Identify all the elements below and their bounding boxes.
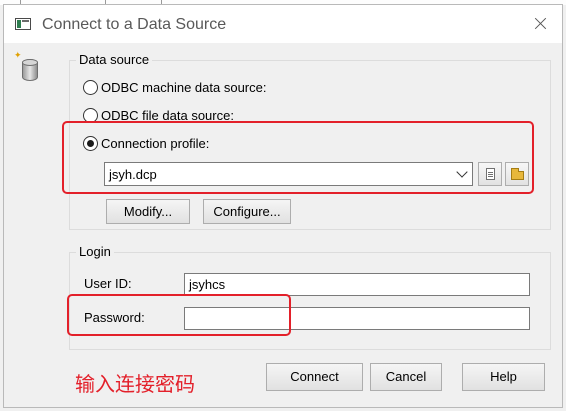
close-button[interactable] — [528, 13, 554, 35]
radio-label: ODBC machine data source: — [101, 80, 267, 95]
user-id-input[interactable]: jsyhcs — [184, 273, 530, 296]
configure-button[interactable]: Configure... — [203, 199, 291, 224]
radio-button[interactable] — [83, 80, 98, 95]
annotation-text: 输入连接密码 — [75, 372, 195, 396]
database-cylinder-icon — [22, 59, 38, 81]
modify-button[interactable]: Modify... — [106, 199, 190, 224]
database-icon: ✦ — [14, 51, 44, 85]
cancel-button[interactable]: Cancel — [370, 363, 442, 391]
annotation-highlight-profile — [62, 121, 534, 194]
dialog-app-icon — [15, 18, 31, 30]
sparkle-icon: ✦ — [14, 50, 22, 60]
user-id-value: jsyhcs — [189, 277, 226, 292]
data-source-legend: Data source — [76, 52, 153, 68]
help-button[interactable]: Help — [462, 363, 545, 391]
login-legend: Login — [76, 244, 114, 260]
connect-dialog: Connect to a Data Source ✦ Data source O… — [3, 4, 563, 408]
dialog-title: Connect to a Data Source — [42, 16, 227, 33]
user-id-label: User ID: — [84, 276, 132, 291]
annotation-highlight-password — [67, 294, 291, 336]
connect-button[interactable]: Connect — [266, 363, 363, 391]
radio-odbc-machine[interactable]: ODBC machine data source: — [83, 80, 266, 95]
title-bar: Connect to a Data Source — [4, 5, 562, 43]
